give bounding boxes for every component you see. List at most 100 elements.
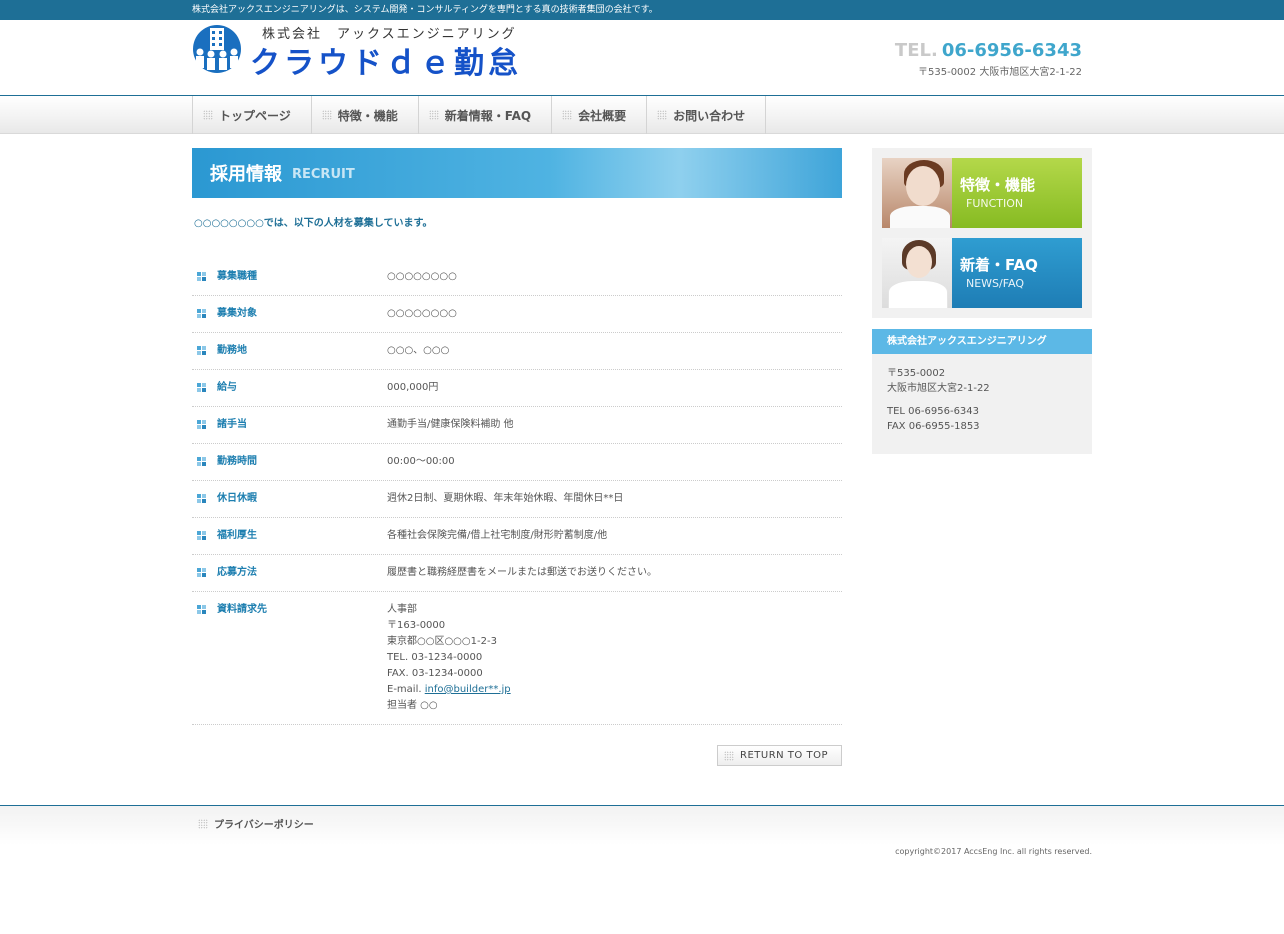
row-value: 履歴書と職務経歴書をメールまたは郵送でお送りください。 bbox=[387, 567, 657, 578]
company-fax: FAX 06-6955-1853 bbox=[887, 421, 980, 432]
building-people-logo-icon bbox=[193, 25, 241, 73]
row-value: ○○○○○○○○ bbox=[387, 308, 457, 319]
email-link[interactable]: info@builder**.jp bbox=[425, 684, 511, 695]
row-label: 募集対象 bbox=[217, 308, 257, 319]
nav-item-label: 新着情報・FAQ bbox=[444, 108, 532, 123]
table-row: 応募方法 履歴書と職務経歴書をメールまたは郵送でお送りください。 bbox=[192, 555, 842, 592]
table-row: 給与 000,000円 bbox=[192, 370, 842, 407]
row-label: 応募方法 bbox=[217, 567, 257, 578]
banner-news-faq[interactable]: 新着・FAQ NEWS/FAQ bbox=[882, 238, 1082, 308]
content-wrap: 採用情報 RECRUIT ○○○○○○○○では、以下の人材を募集しています。 募… bbox=[192, 148, 1092, 766]
page-title: 採用情報 bbox=[210, 164, 282, 185]
company-tel: TEL 06-6956-6343 bbox=[887, 406, 980, 417]
tel-number: 06-6956-6343 bbox=[941, 40, 1082, 61]
dotted-square-icon bbox=[321, 110, 332, 120]
blue-squares-bullet-icon bbox=[197, 420, 207, 430]
main-content: 採用情報 RECRUIT ○○○○○○○○では、以下の人材を募集しています。 募… bbox=[192, 148, 842, 766]
sidebar: 特徴・機能 FUNCTION 新着・FAQ NEWS/FAQ 株式会社アックスエ… bbox=[872, 148, 1092, 766]
banner-features-title: 特徴・機能 bbox=[960, 176, 1036, 194]
table-row: 募集職種 ○○○○○○○○ bbox=[192, 259, 842, 296]
global-nav: トップページ 特徴・機能 新着情報・FAQ 会社概要 お問い合わせ bbox=[0, 95, 1284, 134]
row-value: FAX. 03-1234-0000 bbox=[387, 668, 483, 679]
row-value: TEL. 03-1234-0000 bbox=[387, 652, 483, 663]
company-info-title: 株式会社アックスエンジニアリング bbox=[872, 329, 1092, 354]
table-row: 勤務時間 00:00～00:00 bbox=[192, 444, 842, 481]
blue-squares-bullet-icon bbox=[197, 531, 207, 541]
nav-item-news-faq[interactable]: 新着情報・FAQ bbox=[417, 96, 551, 134]
banner-news-subtitle: NEWS/FAQ bbox=[966, 277, 1025, 290]
logo-product-name: クラウドｄｅ勤怠 bbox=[250, 46, 522, 81]
nav-item-top[interactable]: トップページ bbox=[192, 96, 311, 134]
table-row: 募集対象 ○○○○○○○○ bbox=[192, 296, 842, 333]
table-row: 資料請求先 人事部 〒163-0000 東京都○○区○○○1-2-3 TEL. 03-1… bbox=[192, 592, 842, 725]
nav-item-label: 特徴・機能 bbox=[337, 108, 398, 123]
row-value: 東京都○○区○○○1-2-3 bbox=[387, 636, 497, 647]
copyright: copyright©2017 AccsEng Inc. all rights r… bbox=[895, 847, 1092, 856]
dotted-square-icon bbox=[724, 750, 734, 761]
company-address: 大阪市旭区大宮2-1-22 bbox=[887, 383, 990, 394]
header-phone: TEL. 06-6956-6343 bbox=[895, 40, 1082, 61]
nav-item-features[interactable]: 特徴・機能 bbox=[310, 96, 418, 134]
blue-squares-bullet-icon bbox=[197, 309, 207, 319]
nav-item-label: 会社概要 bbox=[578, 108, 627, 123]
site-tagline: 株式会社アックスエンジニアリングは、システム開発・コンサルティングを専門とする真… bbox=[192, 5, 658, 15]
dotted-square-icon bbox=[428, 110, 439, 120]
dotted-square-icon bbox=[562, 110, 573, 120]
table-row: 勤務地 ○○○、○○○ bbox=[192, 333, 842, 370]
site-header: 株式会社 アックスエンジニアリング クラウドｄｅ勤怠 TEL. 06-6956-6… bbox=[192, 20, 1092, 95]
row-label: 勤務時間 bbox=[217, 456, 257, 467]
email-prefix: E-mail. bbox=[387, 684, 425, 695]
row-label: 福利厚生 bbox=[217, 530, 257, 541]
recruit-table: 募集職種 ○○○○○○○○ 募集対象 ○○○○○○○○ 勤務地 ○○○、○○○ 給与 000,… bbox=[192, 259, 842, 725]
row-label: 給与 bbox=[217, 382, 237, 393]
blue-squares-bullet-icon bbox=[197, 605, 207, 615]
table-row: 福利厚生 各種社会保険完備/借上社宅制度/財形貯蓄制度/他 bbox=[192, 518, 842, 555]
page-title-en: RECRUIT bbox=[292, 167, 355, 182]
row-value: 00:00～00:00 bbox=[387, 456, 455, 467]
staff-photo bbox=[882, 238, 952, 308]
banner-features-subtitle: FUNCTION bbox=[966, 197, 1024, 210]
row-value: 通勤手当/健康保険料補助 他 bbox=[387, 419, 514, 430]
return-to-top-button[interactable]: RETURN TO TOP bbox=[717, 745, 842, 766]
blue-squares-bullet-icon bbox=[197, 494, 207, 504]
privacy-policy-link[interactable]: プライバシーポリシー bbox=[214, 816, 314, 831]
lead-text: ○○○○○○○○では、以下の人材を募集しています。 bbox=[194, 218, 433, 229]
blue-squares-bullet-icon bbox=[197, 568, 207, 578]
row-value: ○○○○○○○○ bbox=[387, 271, 457, 282]
blue-squares-bullet-icon bbox=[197, 457, 207, 467]
nav-item-contact[interactable]: お問い合わせ bbox=[646, 96, 767, 134]
banner-news-title: 新着・FAQ bbox=[960, 256, 1038, 274]
sidebar-banners: 特徴・機能 FUNCTION 新着・FAQ NEWS/FAQ bbox=[872, 148, 1092, 318]
row-value: 担当者 ○○ bbox=[387, 700, 438, 711]
footer-nav: プライバシーポリシー bbox=[0, 805, 1284, 845]
table-row: 休日休暇 週休2日制、夏期休暇、年末年始休暇、年間休日**日 bbox=[192, 481, 842, 518]
table-row: 諸手当 通勤手当/健康保険料補助 他 bbox=[192, 407, 842, 444]
blue-squares-bullet-icon bbox=[197, 346, 207, 356]
top-strip: 株式会社アックスエンジニアリングは、システム開発・コンサルティングを専門とする真… bbox=[0, 0, 1284, 20]
banner-features[interactable]: 特徴・機能 FUNCTION bbox=[882, 158, 1082, 228]
row-value: 週休2日制、夏期休暇、年末年始休暇、年間休日**日 bbox=[387, 493, 624, 504]
header-contact: TEL. 06-6956-6343 〒535-0002 大阪市旭区大宮2-1-22 bbox=[895, 40, 1082, 78]
return-to-top-label: RETURN TO TOP bbox=[740, 750, 828, 761]
operator-photo bbox=[882, 158, 952, 228]
dotted-square-icon bbox=[203, 110, 213, 120]
row-label: 募集職種 bbox=[217, 271, 257, 282]
company-info-box: 株式会社アックスエンジニアリング 〒535-0002 大阪市旭区大宮2-1-22… bbox=[872, 329, 1092, 454]
nav-item-label: お問い合わせ bbox=[673, 108, 746, 123]
site-logo[interactable]: 株式会社 アックスエンジニアリング クラウドｄｅ勤怠 bbox=[192, 22, 522, 81]
row-value: ○○○、○○○ bbox=[387, 345, 450, 356]
row-value: 〒163-0000 bbox=[387, 620, 446, 631]
row-label: 休日休暇 bbox=[217, 493, 257, 504]
company-postal: 〒535-0002 bbox=[887, 368, 946, 379]
row-label: 資料請求先 bbox=[217, 604, 267, 615]
dotted-square-icon bbox=[198, 818, 208, 829]
row-label: 諸手当 bbox=[217, 419, 247, 430]
row-value: 000,000円 bbox=[387, 382, 439, 393]
page-title-bar: 採用情報 RECRUIT bbox=[192, 148, 842, 198]
header-address: 〒535-0002 大阪市旭区大宮2-1-22 bbox=[918, 67, 1082, 78]
dotted-square-icon bbox=[657, 110, 668, 120]
nav-item-company[interactable]: 会社概要 bbox=[551, 96, 646, 134]
blue-squares-bullet-icon bbox=[197, 383, 207, 393]
row-label: 勤務地 bbox=[217, 345, 247, 356]
tel-prefix: TEL. bbox=[894, 40, 938, 61]
